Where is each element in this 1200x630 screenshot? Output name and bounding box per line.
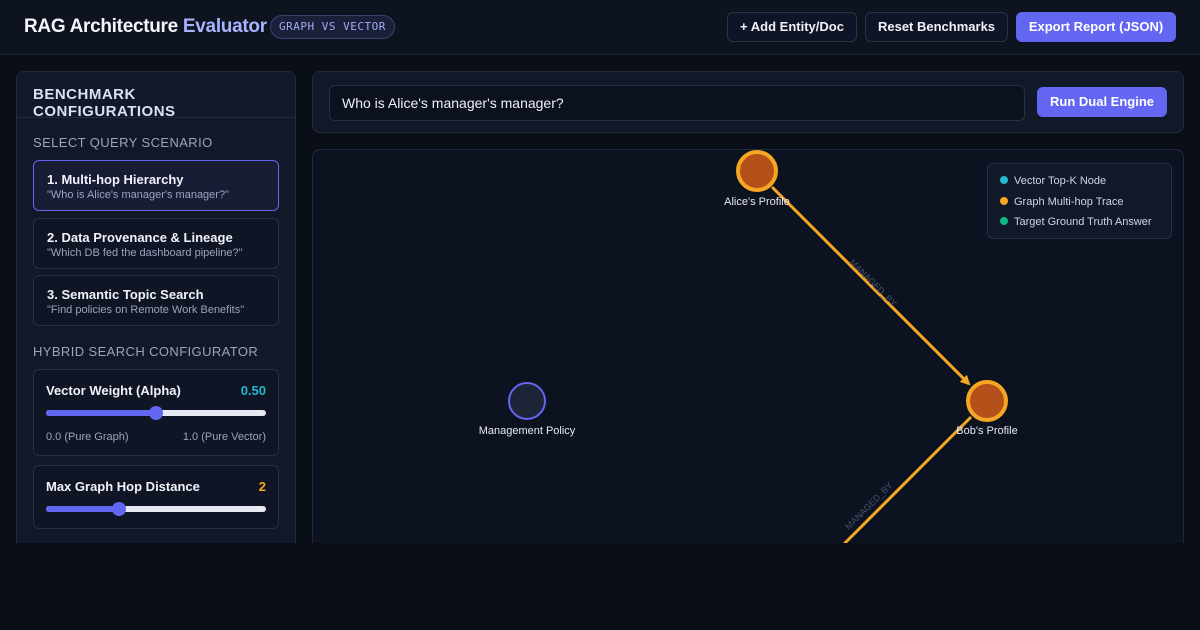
scenario-title: 2. Data Provenance & Lineage xyxy=(47,230,233,245)
graph-node-bob[interactable] xyxy=(966,380,1008,422)
query-bar: Run Dual Engine xyxy=(312,71,1184,133)
graph-edge-label: MANAGED_BY xyxy=(843,480,894,531)
add-entity-button[interactable]: + Add Entity/Doc xyxy=(727,12,857,42)
page-bottom-area xyxy=(0,543,1200,630)
scenario-query: "Who is Alice's manager's manager?" xyxy=(47,189,229,201)
max-hops-slider-thumb[interactable] xyxy=(112,502,127,516)
legend-item-vector: Vector Top-K Node xyxy=(1000,175,1106,187)
scenario-option-multi-hop[interactable]: 1. Multi-hop Hierarchy "Who is Alice's m… xyxy=(33,160,279,211)
legend-item-target: Target Ground Truth Answer xyxy=(1000,216,1152,228)
vector-weight-min-label: 0.0 (Pure Graph) xyxy=(46,431,129,443)
reset-benchmarks-button[interactable]: Reset Benchmarks xyxy=(865,12,1008,42)
vector-weight-label: Vector Weight (Alpha) xyxy=(46,383,181,398)
sidebar-title: BENCHMARK CONFIGURATIONS xyxy=(17,72,295,120)
scenario-option-provenance[interactable]: 2. Data Provenance & Lineage "Which DB f… xyxy=(33,218,279,269)
graph-edge-bob-next xyxy=(836,415,973,552)
export-report-button[interactable]: Export Report (JSON) xyxy=(1016,12,1176,42)
legend-item-graph: Graph Multi-hop Trace xyxy=(1000,196,1123,208)
graph-node-label: Management Policy xyxy=(479,425,576,437)
run-dual-engine-button[interactable]: Run Dual Engine xyxy=(1037,87,1167,117)
vector-weight-slider-thumb[interactable] xyxy=(149,406,163,420)
scenario-title: 3. Semantic Topic Search xyxy=(47,287,204,302)
legend-label: Graph Multi-hop Trace xyxy=(1014,196,1124,208)
scenario-section-label: SELECT QUERY SCENARIO xyxy=(33,135,213,150)
vector-weight-max-label: 1.0 (Pure Vector) xyxy=(182,431,266,443)
max-hops-slider-fill xyxy=(46,506,120,512)
vector-weight-slider-fill xyxy=(46,410,156,416)
max-hops-value: 2 xyxy=(258,479,266,494)
app-title: RAG Architecture Evaluator xyxy=(24,16,267,38)
graph-node-label: Alice's Profile xyxy=(724,196,790,208)
max-hops-card: Max Graph Hop Distance 2 xyxy=(33,465,279,529)
vector-weight-slider[interactable] xyxy=(46,406,266,420)
scenario-option-semantic[interactable]: 3. Semantic Topic Search "Find policies … xyxy=(33,275,279,326)
graph-canvas[interactable]: MANAGED_BY MANAGED_BY Alice's Profile Bo… xyxy=(312,149,1184,569)
graph-node-management-policy[interactable] xyxy=(508,382,546,420)
legend-label: Vector Top-K Node xyxy=(1014,175,1107,187)
legend-dot-icon xyxy=(1000,176,1008,184)
vector-weight-value: 0.50 xyxy=(240,383,266,398)
scenario-query: "Find policies on Remote Work Benefits" xyxy=(47,304,245,316)
graph-edge-label: MANAGED_BY xyxy=(847,257,898,308)
graph-legend: Vector Top-K Node Graph Multi-hop Trace … xyxy=(987,163,1172,239)
legend-dot-icon xyxy=(1000,217,1008,225)
graph-node-alice[interactable] xyxy=(736,150,778,192)
scenario-query: "Which DB fed the dashboard pipeline?" xyxy=(47,247,243,259)
legend-label: Target Ground Truth Answer xyxy=(1014,216,1152,228)
max-hops-label: Max Graph Hop Distance xyxy=(46,479,200,494)
hybrid-section-label: HYBRID SEARCH CONFIGURATOR xyxy=(33,344,259,359)
query-input[interactable] xyxy=(329,85,1025,121)
graph-node-label: Bob's Profile xyxy=(956,425,1017,437)
max-hops-slider[interactable] xyxy=(46,502,266,516)
legend-dot-icon xyxy=(1000,197,1008,205)
app-title-accent: Evaluator xyxy=(182,16,267,37)
scenario-title: 1. Multi-hop Hierarchy xyxy=(47,172,184,187)
app-header: RAG Architecture Evaluator GRAPH VS VECT… xyxy=(0,0,1200,55)
app-title-primary: RAG Architecture xyxy=(24,16,178,37)
benchmark-sidebar: BENCHMARK CONFIGURATIONS SELECT QUERY SC… xyxy=(16,71,296,551)
vector-weight-card: Vector Weight (Alpha) 0.50 0.0 (Pure Gra… xyxy=(33,369,279,456)
mode-badge: GRAPH VS VECTOR xyxy=(270,15,395,39)
